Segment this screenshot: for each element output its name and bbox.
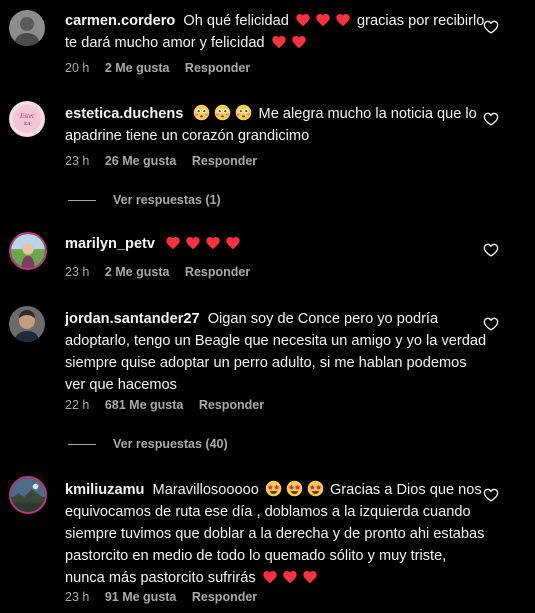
comment-meta: 23 h 91 Me gusta Responder [65,590,269,604]
flushed-face-emoji [235,104,252,121]
avatar[interactable] [9,10,45,46]
comment-time: 23 h [65,590,90,604]
svg-text:Estet: Estet [19,112,35,120]
divider [68,200,96,202]
comment-likes[interactable]: 2 Me gusta [105,265,170,279]
red-heart-emoji [282,569,298,585]
view-replies-button[interactable]: Ver respuestas (1) [68,193,221,207]
red-heart-emoji [295,12,311,28]
avatar[interactable] [9,232,47,270]
comment-text: kmiliuzamu Maravillosooooo Gracias a Dio… [65,479,490,589]
heart-outline-icon[interactable] [483,242,499,258]
red-heart-emoji [291,34,307,50]
comment-meta: 20 h 2 Me gusta Responder [65,61,262,75]
comment-meta: 23 h 26 Me gusta Responder [65,154,269,168]
red-heart-emoji [205,235,221,251]
comment-username[interactable]: carmen.cordero [65,13,175,29]
comment-item: carmen.cordero Oh qué felicidad gracias … [0,0,535,90]
red-heart-emoji [165,235,181,251]
comment-body: Maravillosooooo [152,482,259,498]
heart-outline-icon[interactable] [483,111,499,127]
red-heart-emoji [225,235,241,251]
view-replies-label[interactable]: Ver respuestas (40) [113,437,228,451]
comment-time: 22 h [65,398,90,412]
reply-button[interactable]: Responder [199,398,264,412]
flushed-face-emoji [193,104,210,121]
reply-button[interactable]: Responder [185,61,250,75]
view-replies-label[interactable]: Ver respuestas (1) [113,193,221,207]
star-struck-emoji [307,480,324,497]
comment-likes[interactable]: 26 Me gusta [105,154,177,168]
star-struck-emoji [286,480,303,497]
comment-likes[interactable]: 91 Me gusta [105,590,177,604]
reply-button[interactable]: Responder [185,265,250,279]
comment-text: jordan.santander27 Oigan soy de Conce pe… [65,308,490,396]
comment-time: 23 h [65,265,90,279]
comment-meta: 23 h 2 Me gusta Responder [65,265,262,279]
comment-username[interactable]: marilyn_petv [65,236,155,252]
comment-username[interactable]: estetica.duchens [65,106,183,122]
comment-text: carmen.cordero Oh qué felicidad gracias … [65,10,490,54]
red-heart-emoji [335,12,351,28]
reply-button[interactable]: Responder [192,590,257,604]
comment-body: Oh qué felicidad [183,13,289,29]
comment-time: 23 h [65,154,90,168]
view-replies-button[interactable]: Ver respuestas (40) [68,437,228,451]
comment-text: marilyn_petv [65,233,490,255]
heart-outline-icon[interactable] [483,487,499,503]
comment-meta: 22 h 681 Me gusta Responder [65,398,276,412]
comment-likes[interactable]: 681 Me gusta [105,398,184,412]
comment-text: estetica.duchens Me alegra mucho la noti… [65,103,490,147]
svg-text:ica: ica [24,121,31,127]
comment-time: 20 h [65,61,90,75]
heart-outline-icon[interactable] [483,316,499,332]
comment-likes[interactable]: 2 Me gusta [105,61,170,75]
red-heart-emoji [262,569,278,585]
red-heart-emoji [315,12,331,28]
avatar[interactable]: Estet ica [9,101,45,137]
red-heart-emoji [185,235,201,251]
flushed-face-emoji [214,104,231,121]
comment-username[interactable]: kmiliuzamu [65,482,144,498]
heart-outline-icon[interactable] [483,19,499,35]
reply-button[interactable]: Responder [192,154,257,168]
red-heart-emoji [302,569,318,585]
divider [68,444,96,446]
avatar[interactable] [9,476,47,514]
comment-username[interactable]: jordan.santander27 [65,311,200,327]
star-struck-emoji [265,480,282,497]
avatar[interactable] [9,306,45,342]
red-heart-emoji [271,34,287,50]
